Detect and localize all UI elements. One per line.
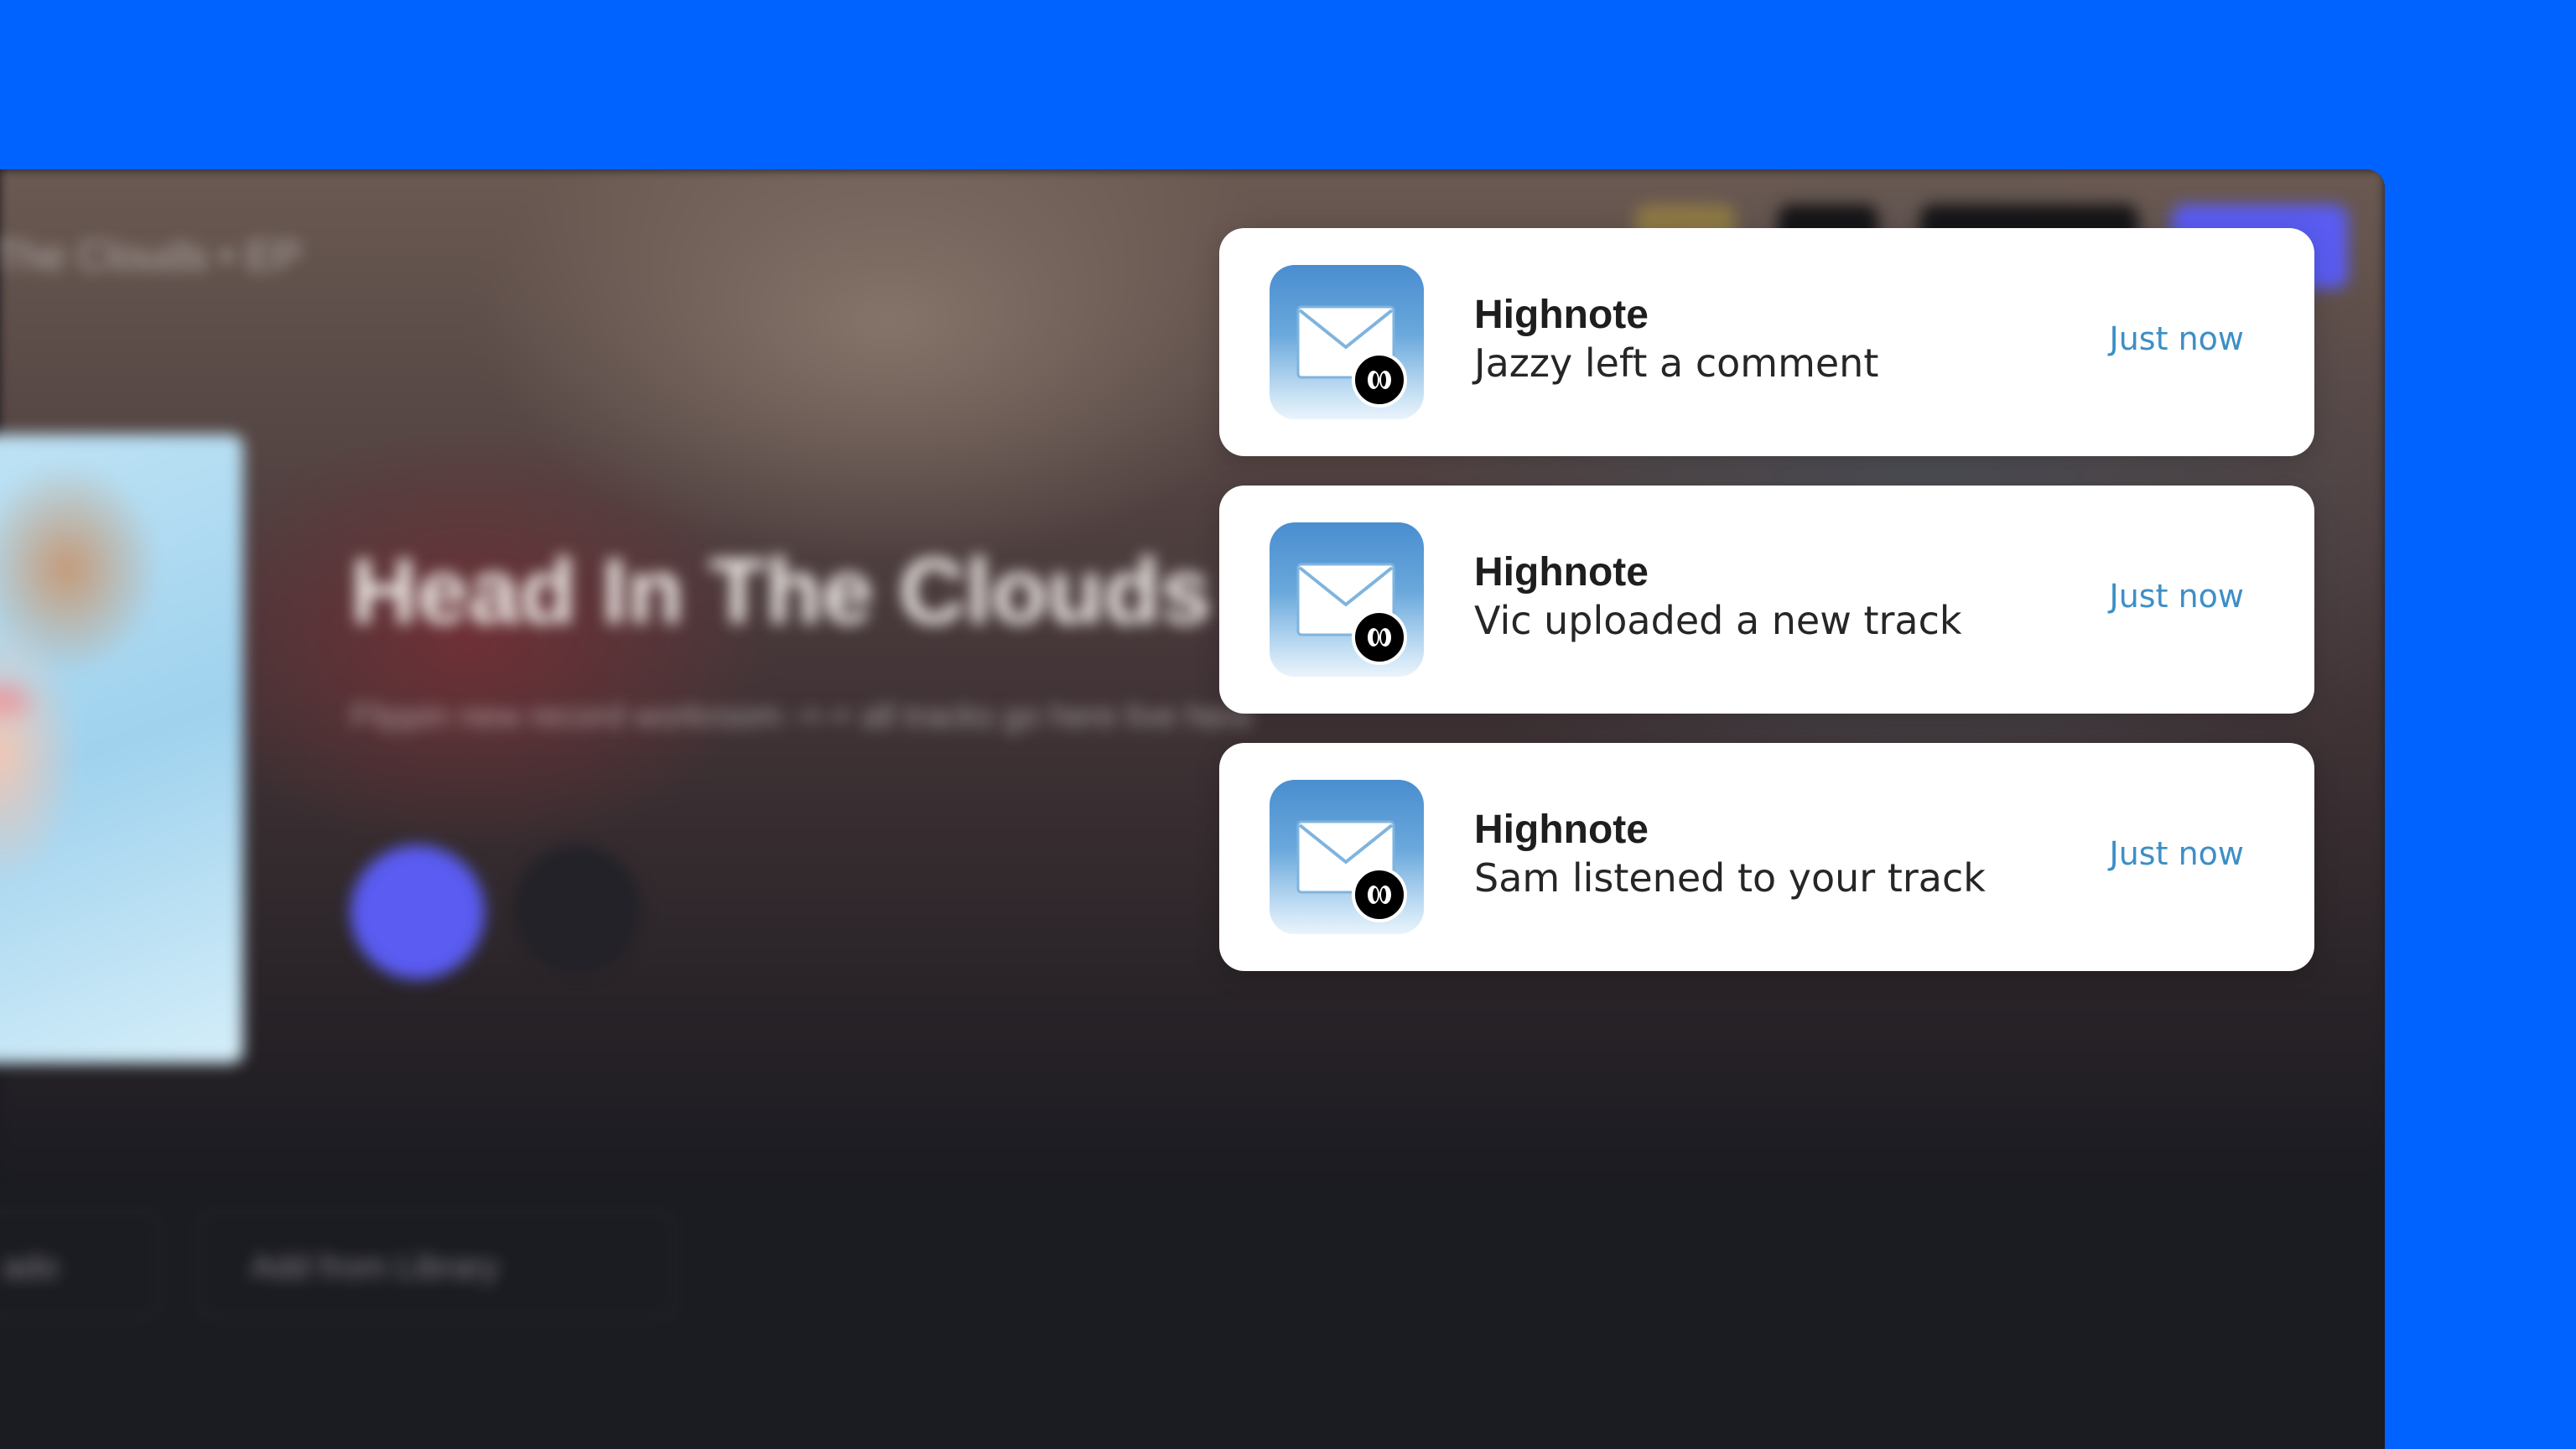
app-icon (1270, 265, 1424, 419)
highnote-logo-icon (1352, 867, 1407, 922)
notification-card[interactable]: Highnote Sam listened to your track Just… (1219, 743, 2314, 971)
app-icon (1270, 780, 1424, 934)
highnote-logo-icon (1352, 352, 1407, 408)
notification-card[interactable]: Highnote Vic uploaded a new track Just n… (1219, 486, 2314, 714)
album-art (0, 434, 243, 1231)
play-button[interactable] (351, 845, 485, 979)
notification-app-name: Highnote (1474, 550, 1649, 595)
notification-time: Just now (2109, 578, 2244, 615)
notification-app-name: Highnote (1474, 808, 1649, 852)
notification-message: Jazzy left a comment (1474, 340, 1879, 386)
notification-message: Vic uploaded a new track (1474, 598, 1962, 643)
notification-card[interactable]: Highnote Jazzy left a comment Just now (1219, 228, 2314, 456)
notification-message: Sam listened to your track (1474, 855, 1986, 901)
album-title: Head In The Clouds (351, 540, 1212, 643)
album-art-image (0, 434, 243, 1063)
sort-dropdown[interactable]: ado (0, 1211, 159, 1318)
upload-button[interactable] (513, 845, 641, 973)
breadcrumb[interactable]: The Clouds • EP (0, 231, 302, 280)
notification-time: Just now (2109, 320, 2244, 357)
highnote-logo-icon (1352, 610, 1407, 665)
app-icon (1270, 522, 1424, 677)
add-from-library-button[interactable]: Add from Library (198, 1211, 676, 1318)
notification-stack: Highnote Jazzy left a comment Just now H… (1219, 228, 2314, 1000)
notification-app-name: Highnote (1474, 293, 1649, 337)
notification-time: Just now (2109, 835, 2244, 872)
